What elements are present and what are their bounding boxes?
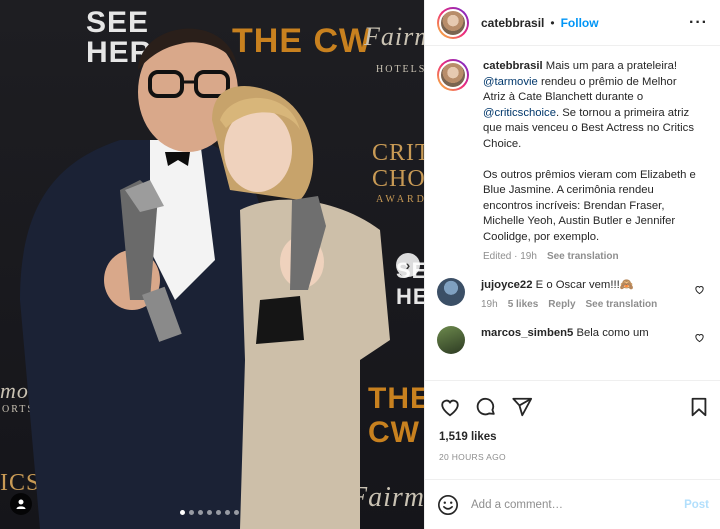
post-timestamp[interactable]: 20 HOURS AGO	[439, 452, 709, 462]
comment-username[interactable]: marcos_simben5	[481, 327, 573, 339]
comment-username[interactable]: jujoyce22	[481, 279, 533, 291]
comment-bubble-icon[interactable]	[475, 396, 497, 418]
emoji-icon[interactable]	[437, 494, 459, 516]
comment-text: E o Oscar vem!!!🙈	[535, 279, 634, 291]
carousel-dot	[216, 510, 221, 515]
carousel-dot	[180, 510, 185, 515]
caption-see-translation[interactable]: See translation	[547, 251, 619, 262]
carousel-dot	[234, 510, 239, 515]
carousel-dot	[189, 510, 194, 515]
comments-section[interactable]: catebbrasil Mais um para a prateleira! @…	[425, 47, 720, 380]
comment-avatar[interactable]	[437, 326, 465, 354]
comment-reply-button[interactable]: Reply	[548, 299, 575, 310]
comment-item: marcos_simben5 Bela como um	[437, 326, 709, 354]
more-options-icon[interactable]: ···	[689, 14, 708, 32]
caption-meta: Edited · 19h See translation	[483, 251, 701, 262]
comment-text: Bela como um	[576, 327, 649, 339]
mention-link-tarmovie[interactable]: @tarmovie	[483, 76, 538, 88]
like-heart-icon[interactable]	[439, 396, 461, 418]
comment-likes[interactable]: 5 likes	[508, 299, 539, 310]
chevron-right-icon: ›	[405, 257, 411, 273]
comment-see-translation[interactable]: See translation	[586, 299, 658, 310]
comment-avatar[interactable]	[437, 278, 465, 306]
share-paper-plane-icon[interactable]	[511, 396, 533, 418]
caption-paragraph-2: Os outros prêmios vieram com Elizabeth e…	[483, 168, 696, 243]
photo-people-illustration	[20, 28, 390, 529]
likes-count[interactable]: 1,519 likes	[439, 431, 709, 443]
action-row	[439, 393, 709, 421]
comment-like-heart-icon[interactable]	[694, 284, 705, 295]
caption-avatar[interactable]	[437, 59, 469, 91]
author-username[interactable]: catebbrasil	[481, 16, 544, 30]
comment-meta: 19h 5 likes Reply See translation	[481, 299, 691, 310]
tagged-users-button[interactable]	[10, 493, 32, 515]
save-bookmark-icon[interactable]	[689, 396, 709, 418]
carousel-dot	[207, 510, 212, 515]
header-separator: •	[550, 15, 555, 30]
caption-edited-time: Edited · 19h	[483, 251, 537, 262]
caption-username[interactable]: catebbrasil	[483, 60, 543, 72]
add-comment-input[interactable]: Add a comment…	[471, 499, 684, 511]
post-side-panel: catebbrasil • Follow ··· catebbrasil Mai…	[424, 0, 720, 529]
post-comment-button[interactable]: Post	[684, 499, 709, 511]
follow-button[interactable]: Follow	[561, 16, 599, 30]
comment-like-heart-icon[interactable]	[694, 332, 705, 343]
carousel-next-button[interactable]: ›	[396, 253, 420, 277]
carousel-dot	[198, 510, 203, 515]
comment-time: 19h	[481, 299, 498, 310]
person-icon	[16, 499, 26, 509]
post-actions: 1,519 likes 20 HOURS AGO	[425, 380, 720, 462]
caption-text-1: Mais um para a prateleira!	[545, 60, 678, 72]
comment-item: jujoyce22 E o Oscar vem!!!🙈 19h 5 likes …	[437, 278, 709, 310]
carousel-indicator	[180, 510, 239, 515]
post-header: catebbrasil • Follow ···	[425, 0, 720, 46]
mention-link-criticschoice[interactable]: @criticschoice	[483, 107, 556, 119]
post-photo[interactable]: SEE HER THE CW Fairmont HOTELS CRITICS C…	[0, 0, 424, 529]
carousel-dot	[225, 510, 230, 515]
author-avatar[interactable]	[437, 6, 469, 39]
post-caption: catebbrasil Mais um para a prateleira! @…	[437, 59, 709, 262]
add-comment-bar: Add a comment… Post	[425, 479, 720, 529]
caption-text: catebbrasil Mais um para a prateleira! @…	[483, 59, 701, 245]
